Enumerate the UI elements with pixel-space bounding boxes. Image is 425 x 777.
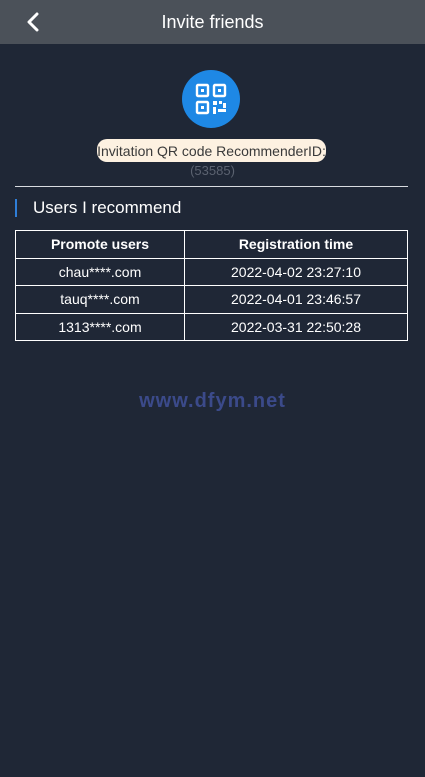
table-row: 1313****.com 2022-03-31 22:50:28 bbox=[15, 312, 408, 341]
column-header-registration-time: Registration time bbox=[184, 230, 408, 259]
section-header: Users I recommend bbox=[15, 197, 181, 219]
registration-time-cell: 2022-03-31 22:50:28 bbox=[184, 312, 408, 341]
user-cell: 1313****.com bbox=[15, 312, 185, 341]
top-navigation-bar: Invite friends bbox=[0, 0, 425, 44]
registration-time-cell: 2022-04-02 23:27:10 bbox=[184, 257, 408, 286]
user-cell: tauq****.com bbox=[15, 285, 185, 314]
qr-code-icon bbox=[195, 83, 227, 115]
registration-time-cell: 2022-04-01 23:46:57 bbox=[184, 285, 408, 314]
section-accent-bar bbox=[15, 199, 17, 217]
divider bbox=[15, 186, 408, 187]
recommender-id: (53585) bbox=[190, 163, 235, 178]
section-title: Users I recommend bbox=[33, 198, 182, 217]
user-cell: chau****.com bbox=[15, 257, 185, 286]
column-header-promote-users: Promote users bbox=[15, 230, 185, 259]
invitation-qr-label: Invitation QR code RecommenderID: bbox=[97, 139, 326, 162]
back-button[interactable] bbox=[18, 8, 48, 36]
recommended-users-table: Promote users Registration time chau****… bbox=[15, 230, 408, 341]
table-row: tauq****.com 2022-04-01 23:46:57 bbox=[15, 285, 408, 314]
qr-code-button[interactable] bbox=[182, 70, 240, 128]
watermark: www.dfym.net bbox=[139, 390, 286, 412]
chevron-left-icon bbox=[27, 12, 39, 32]
table-header-row: Promote users Registration time bbox=[15, 230, 408, 259]
page-title: Invite friends bbox=[161, 11, 264, 32]
table-row: chau****.com 2022-04-02 23:27:10 bbox=[15, 257, 408, 286]
